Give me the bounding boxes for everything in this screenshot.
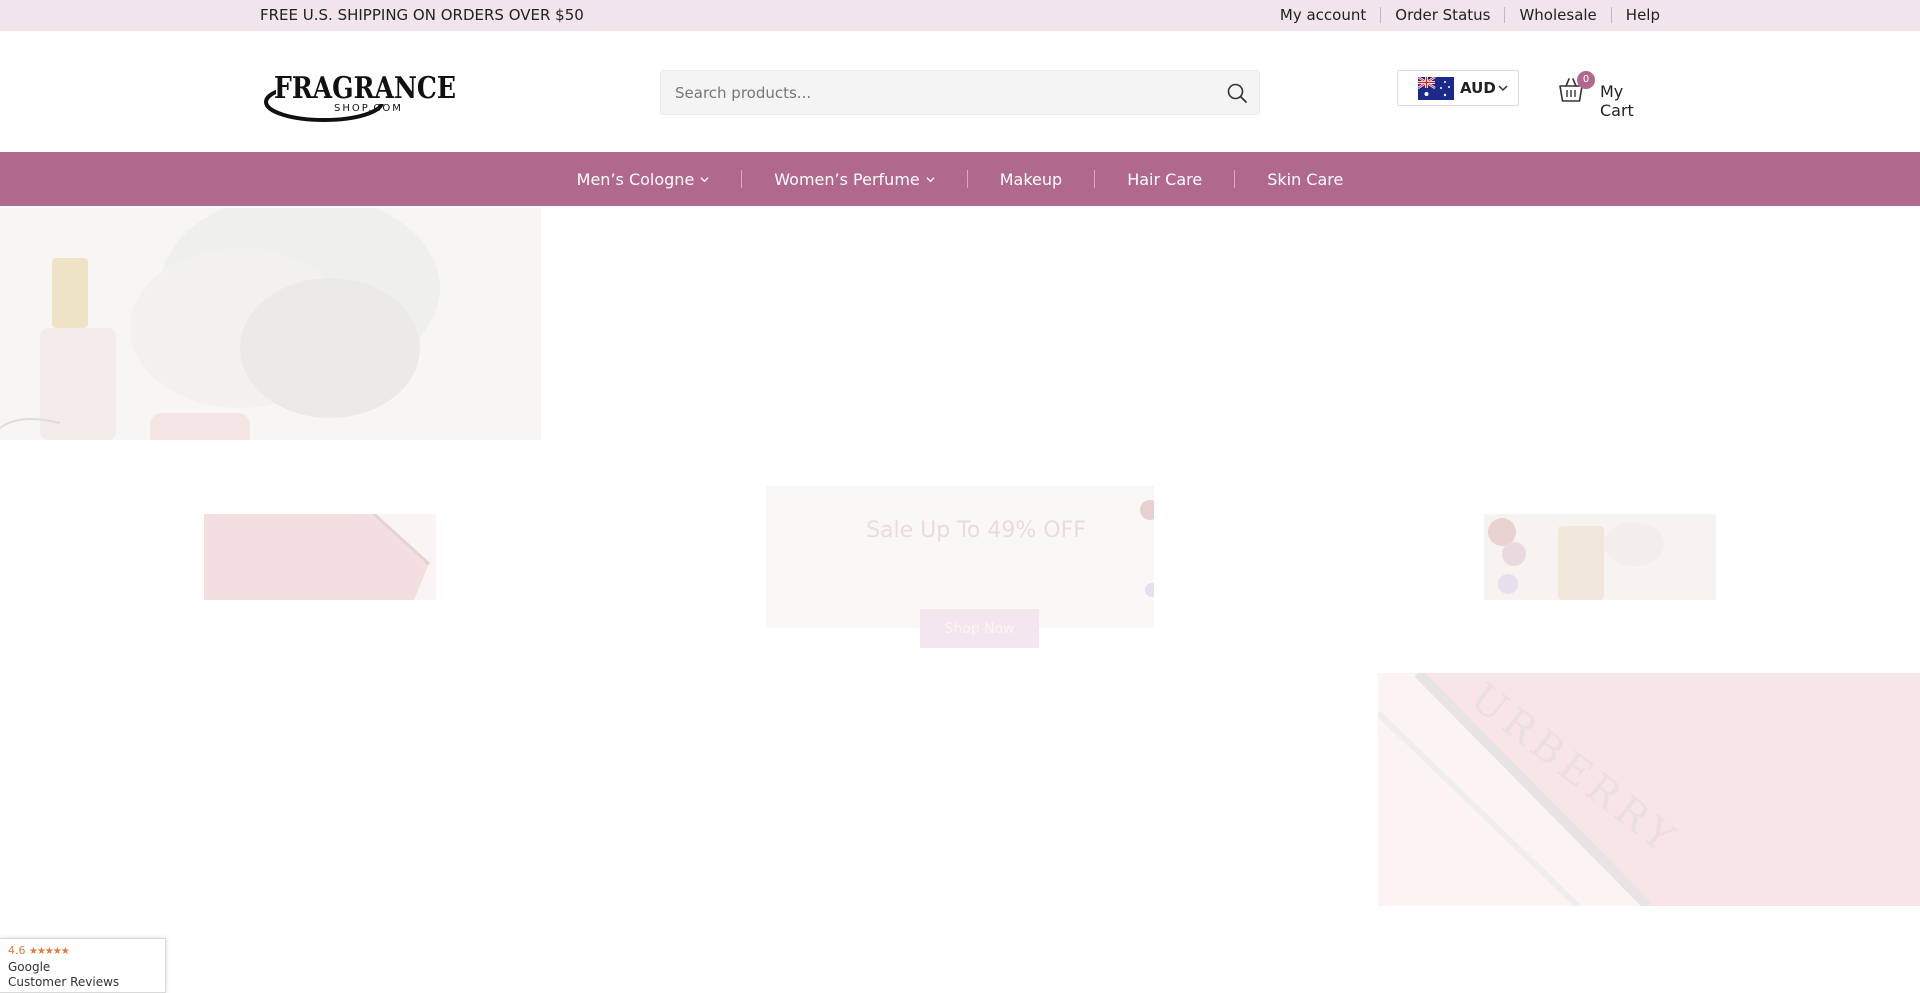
- chevron-down-icon: [700, 176, 709, 182]
- rating-number: 4.6: [8, 944, 26, 957]
- divider: [966, 170, 968, 188]
- customer-reviews-label: Customer Reviews: [8, 975, 120, 989]
- search-input[interactable]: [675, 71, 1215, 114]
- main-navigation: Men’s Cologne Women’s Perfume Makeup Hai…: [0, 152, 1920, 206]
- australia-flag-icon: [1418, 77, 1454, 100]
- help-link[interactable]: Help: [1626, 6, 1660, 24]
- chevron-down-icon: [1498, 85, 1508, 92]
- cart-button[interactable]: 0 My Cart: [1556, 71, 1660, 120]
- divider: [1380, 7, 1382, 23]
- free-shipping-text: FREE U.S. SHIPPING ON ORDERS OVER $50: [260, 6, 584, 24]
- order-status-link[interactable]: Order Status: [1395, 6, 1490, 24]
- top-links: My account Order Status Wholesale Help: [1280, 6, 1660, 24]
- divider: [1504, 7, 1506, 23]
- google-label: Google: [8, 960, 51, 974]
- search-icon[interactable]: [1225, 81, 1249, 105]
- burberry-bottle-illustration: URBERRY: [1378, 673, 1920, 906]
- divider: [1610, 7, 1612, 23]
- promo-banner: Sale Up To 49% OFF: [766, 486, 1154, 628]
- logo-subtext: SHOP.COM: [334, 103, 403, 114]
- shop-now-button[interactable]: Shop Now: [920, 609, 1039, 648]
- star-rating-icon: ★★★★★: [29, 946, 70, 957]
- cart-count-badge: 0: [1577, 71, 1595, 89]
- berry-decoration: [1140, 500, 1154, 597]
- wholesale-link[interactable]: Wholesale: [1519, 6, 1596, 24]
- thumbnail-pink-perfume[interactable]: [204, 514, 436, 600]
- fragrance-shop-logo[interactable]: FRAGRANCE SHOP.COM: [262, 68, 458, 124]
- nav-item-mens-cologne[interactable]: Men’s Cologne: [577, 170, 710, 189]
- logo-text: FRAGRANCE: [274, 71, 456, 106]
- perfume-flower-illustration: [0, 208, 440, 440]
- floral-bottle-illustration: [1484, 514, 1716, 600]
- site-header: FRAGRANCE SHOP.COM AUD: [0, 31, 1920, 152]
- search-box: [660, 70, 1260, 115]
- nav-item-label: Women’s Perfume: [774, 169, 920, 189]
- chevron-down-icon: [926, 176, 935, 182]
- nav-item-makeup[interactable]: Makeup: [1000, 170, 1062, 189]
- nav-item-label: Men’s Cologne: [576, 169, 695, 189]
- pink-bottle-illustration: [204, 514, 436, 600]
- nav-item-skin-care[interactable]: Skin Care: [1267, 170, 1343, 189]
- currency-code: AUD: [1460, 79, 1496, 97]
- my-account-link[interactable]: My account: [1280, 6, 1366, 24]
- thumbnail-floral-perfume[interactable]: [1484, 514, 1716, 600]
- google-customer-reviews-badge[interactable]: 4.6 ★★★★★ Google Customer Reviews: [0, 938, 166, 993]
- divider: [741, 170, 743, 188]
- rating-value: 4.6 ★★★★★: [8, 944, 70, 957]
- currency-selector[interactable]: AUD: [1397, 70, 1519, 106]
- hero-image-burberry: URBERRY: [1378, 673, 1920, 906]
- divider: [1234, 170, 1236, 188]
- hero-image-perfume-flowers: [0, 208, 541, 440]
- nav-item-hair-care[interactable]: Hair Care: [1127, 170, 1202, 189]
- top-announcement-bar: FREE U.S. SHIPPING ON ORDERS OVER $50 My…: [0, 0, 1920, 31]
- divider: [1094, 170, 1096, 188]
- cart-label: My Cart: [1600, 82, 1634, 120]
- nav-item-womens-perfume[interactable]: Women’s Perfume: [774, 169, 935, 189]
